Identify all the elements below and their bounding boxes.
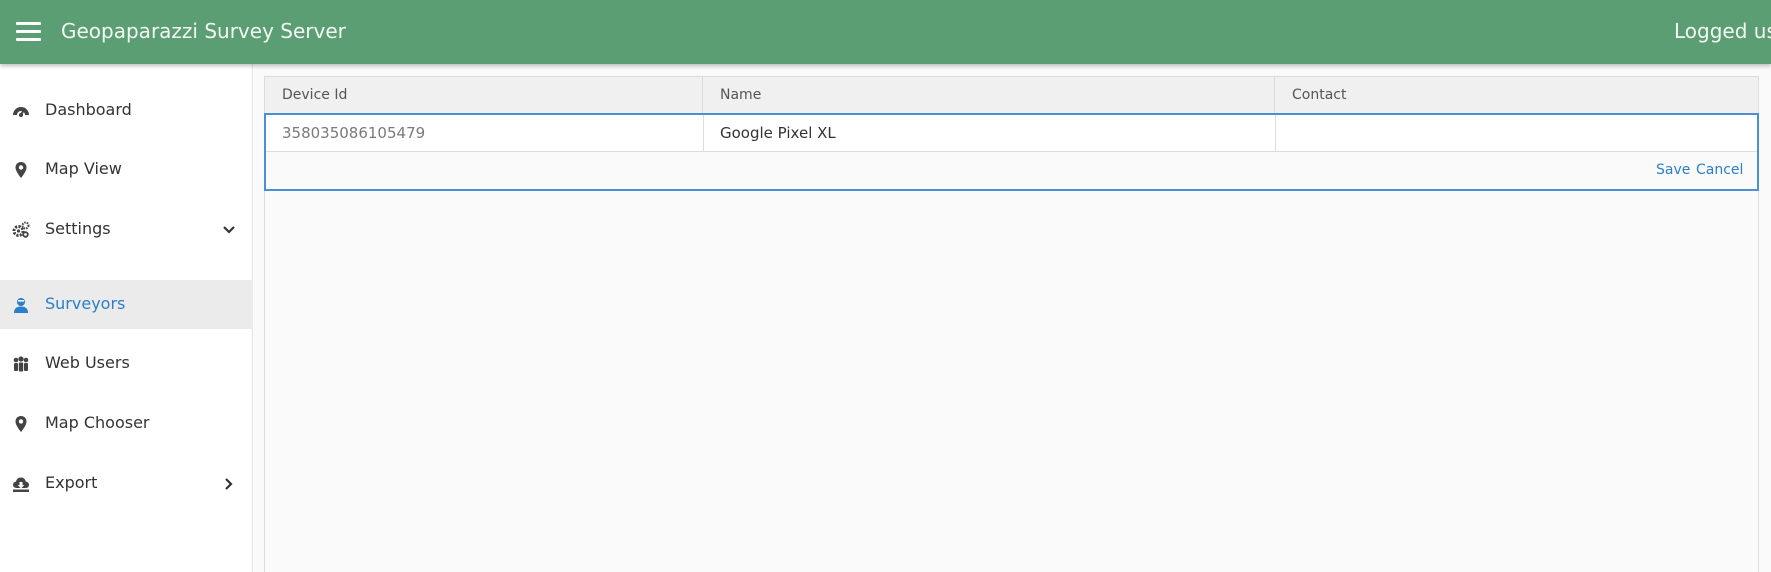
dashboard-gauge-icon [13,107,29,117]
column-header-contact[interactable]: Contact [1275,77,1758,113]
cancel-button[interactable]: Cancel [1696,162,1743,178]
name-cell[interactable] [704,115,1276,152]
users-group-icon [13,356,29,372]
chevron-right-icon[interactable] [221,476,237,492]
sidebar-item-export[interactable]: Export [0,459,253,508]
download-cloud-icon [13,477,29,492]
sidebar: Dashboard Map View Settings Surveyors We… [0,64,253,572]
column-header-device-id[interactable]: Device Id [265,77,703,113]
device-id-cell: 358035086105479 [266,115,704,152]
sidebar-item-surveyors[interactable]: Surveyors [0,280,253,329]
column-header-name[interactable]: Name [703,77,1275,113]
chevron-down-icon[interactable] [221,222,237,238]
top-app-bar: Geopaparazzi Survey Server Logged use [0,0,1771,64]
map-marker-icon [15,162,27,178]
sidebar-item-label: Map View [45,159,122,178]
contact-input[interactable] [1292,115,1757,151]
contact-cell[interactable] [1276,115,1757,152]
sidebar-item-label: Settings [45,219,111,238]
name-input[interactable] [720,115,1275,151]
gears-icon [12,221,30,238]
sidebar-item-settings[interactable]: Settings [0,205,253,254]
app-title: Geopaparazzi Survey Server [61,19,346,43]
save-button[interactable]: Save [1656,162,1690,178]
hamburger-menu-icon[interactable] [12,18,46,46]
main-content: Device Id Name Contact 358035086105479 S… [254,64,1771,572]
sidebar-item-map-view[interactable]: Map View [0,145,253,194]
edit-actions-bar: Save Cancel [266,152,1757,189]
sidebar-item-label: Map Chooser [45,413,150,432]
sidebar-item-web-users[interactable]: Web Users [0,339,253,388]
grid-header: Device Id Name Contact [265,77,1758,114]
surveyors-grid: Device Id Name Contact 358035086105479 S… [264,76,1759,572]
sidebar-item-label: Surveyors [45,294,126,313]
logged-user-label: Logged use [1674,19,1771,43]
sidebar-item-label: Dashboard [45,100,132,119]
editing-row: 358035086105479 Save Cancel [264,113,1759,191]
sidebar-item-label: Web Users [45,353,130,372]
sidebar-item-dashboard[interactable]: Dashboard [0,86,253,135]
map-marker-icon [15,416,27,432]
sidebar-item-map-chooser[interactable]: Map Chooser [0,399,253,448]
sidebar-item-label: Export [45,473,98,492]
user-icon [14,298,28,313]
